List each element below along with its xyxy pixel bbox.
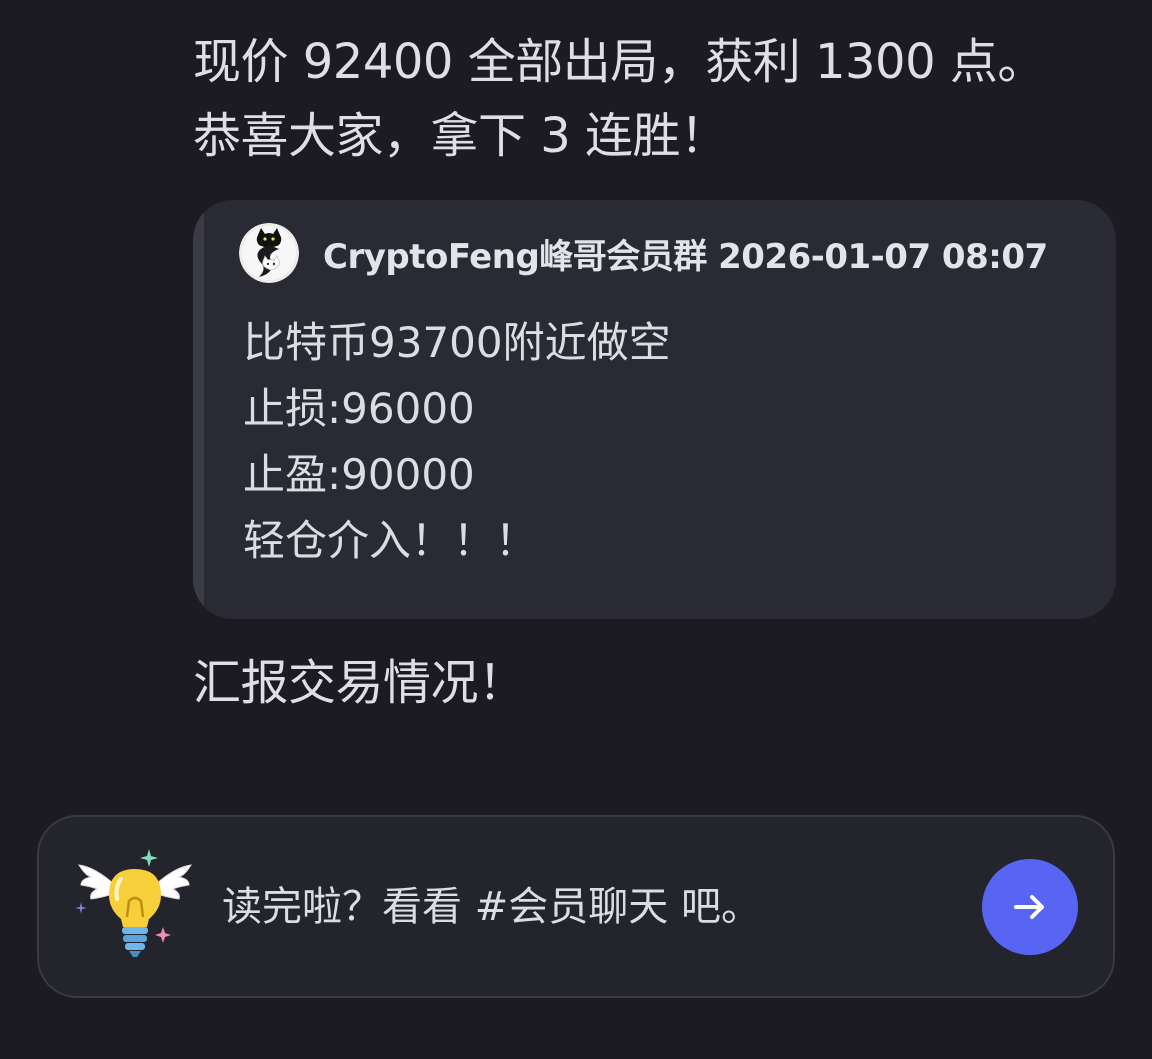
- quoted-message-card[interactable]: CryptoFeng峰哥会员群 2026-01-07 08:07 比特币9370…: [193, 200, 1116, 619]
- message-top: 现价 92400 全部出局，获利 1300 点。 恭喜大家，拿下 3 连胜！: [193, 25, 1045, 173]
- arrow-right-icon: [1014, 895, 1044, 919]
- quote-line: 比特币93700附近做空: [243, 318, 671, 367]
- quote-author-timestamp[interactable]: CryptoFeng峰哥会员群 2026-01-07 08:07: [323, 229, 1048, 278]
- quote-body: 比特币93700附近做空 止损:96000 止盈:90000 轻仓介入！！！: [243, 310, 671, 574]
- quote-line: 轻仓介入！！！: [243, 516, 538, 565]
- winged-lightbulb-icon: [75, 849, 192, 957]
- message-bottom: 汇报交易情况！: [193, 655, 526, 711]
- message-top-line-1: 现价 92400 全部出局，获利 1300 点。: [193, 34, 1045, 90]
- quote-line: 止盈:90000: [243, 450, 475, 499]
- prompt-text: 读完啦？看看 #会员聊天 吧。: [222, 884, 761, 930]
- quote-accent-bar: [193, 200, 204, 619]
- go-to-member-chat-button[interactable]: [982, 859, 1078, 955]
- cat-avatar-icon[interactable]: [239, 223, 299, 283]
- message-top-line-2: 恭喜大家，拿下 3 连胜！: [193, 108, 728, 164]
- quote-header: CryptoFeng峰哥会员群 2026-01-07 08:07: [239, 222, 1096, 284]
- quote-line: 止损:96000: [243, 384, 475, 433]
- read-complete-prompt[interactable]: 读完啦？看看 #会员聊天 吧。: [37, 815, 1115, 998]
